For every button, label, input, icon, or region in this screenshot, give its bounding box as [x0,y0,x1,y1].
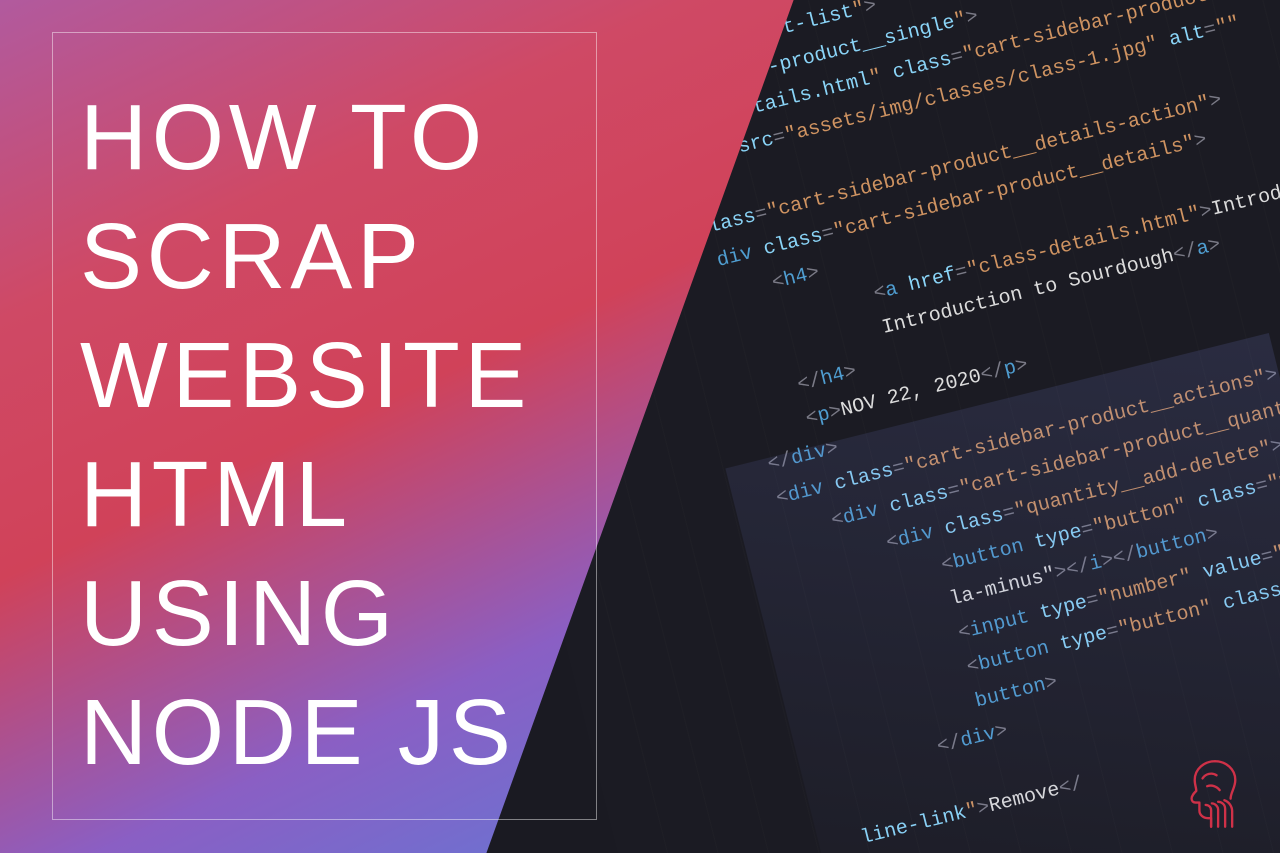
hero-title: HOW TO SCRAP WEBSITE HTML USING NODE JS [80,78,600,792]
title-line: WEBSITE [80,316,600,435]
title-line: HTML [80,435,600,554]
title-line: NODE JS [80,673,600,792]
title-line: HOW TO [80,78,600,197]
title-line: USING [80,554,600,673]
hero-graphic: mes-darade show"> oduct-list-wrapper">ba… [0,0,1280,853]
title-line: SCRAP [80,197,600,316]
brain-hand-logo-icon [1176,755,1254,833]
